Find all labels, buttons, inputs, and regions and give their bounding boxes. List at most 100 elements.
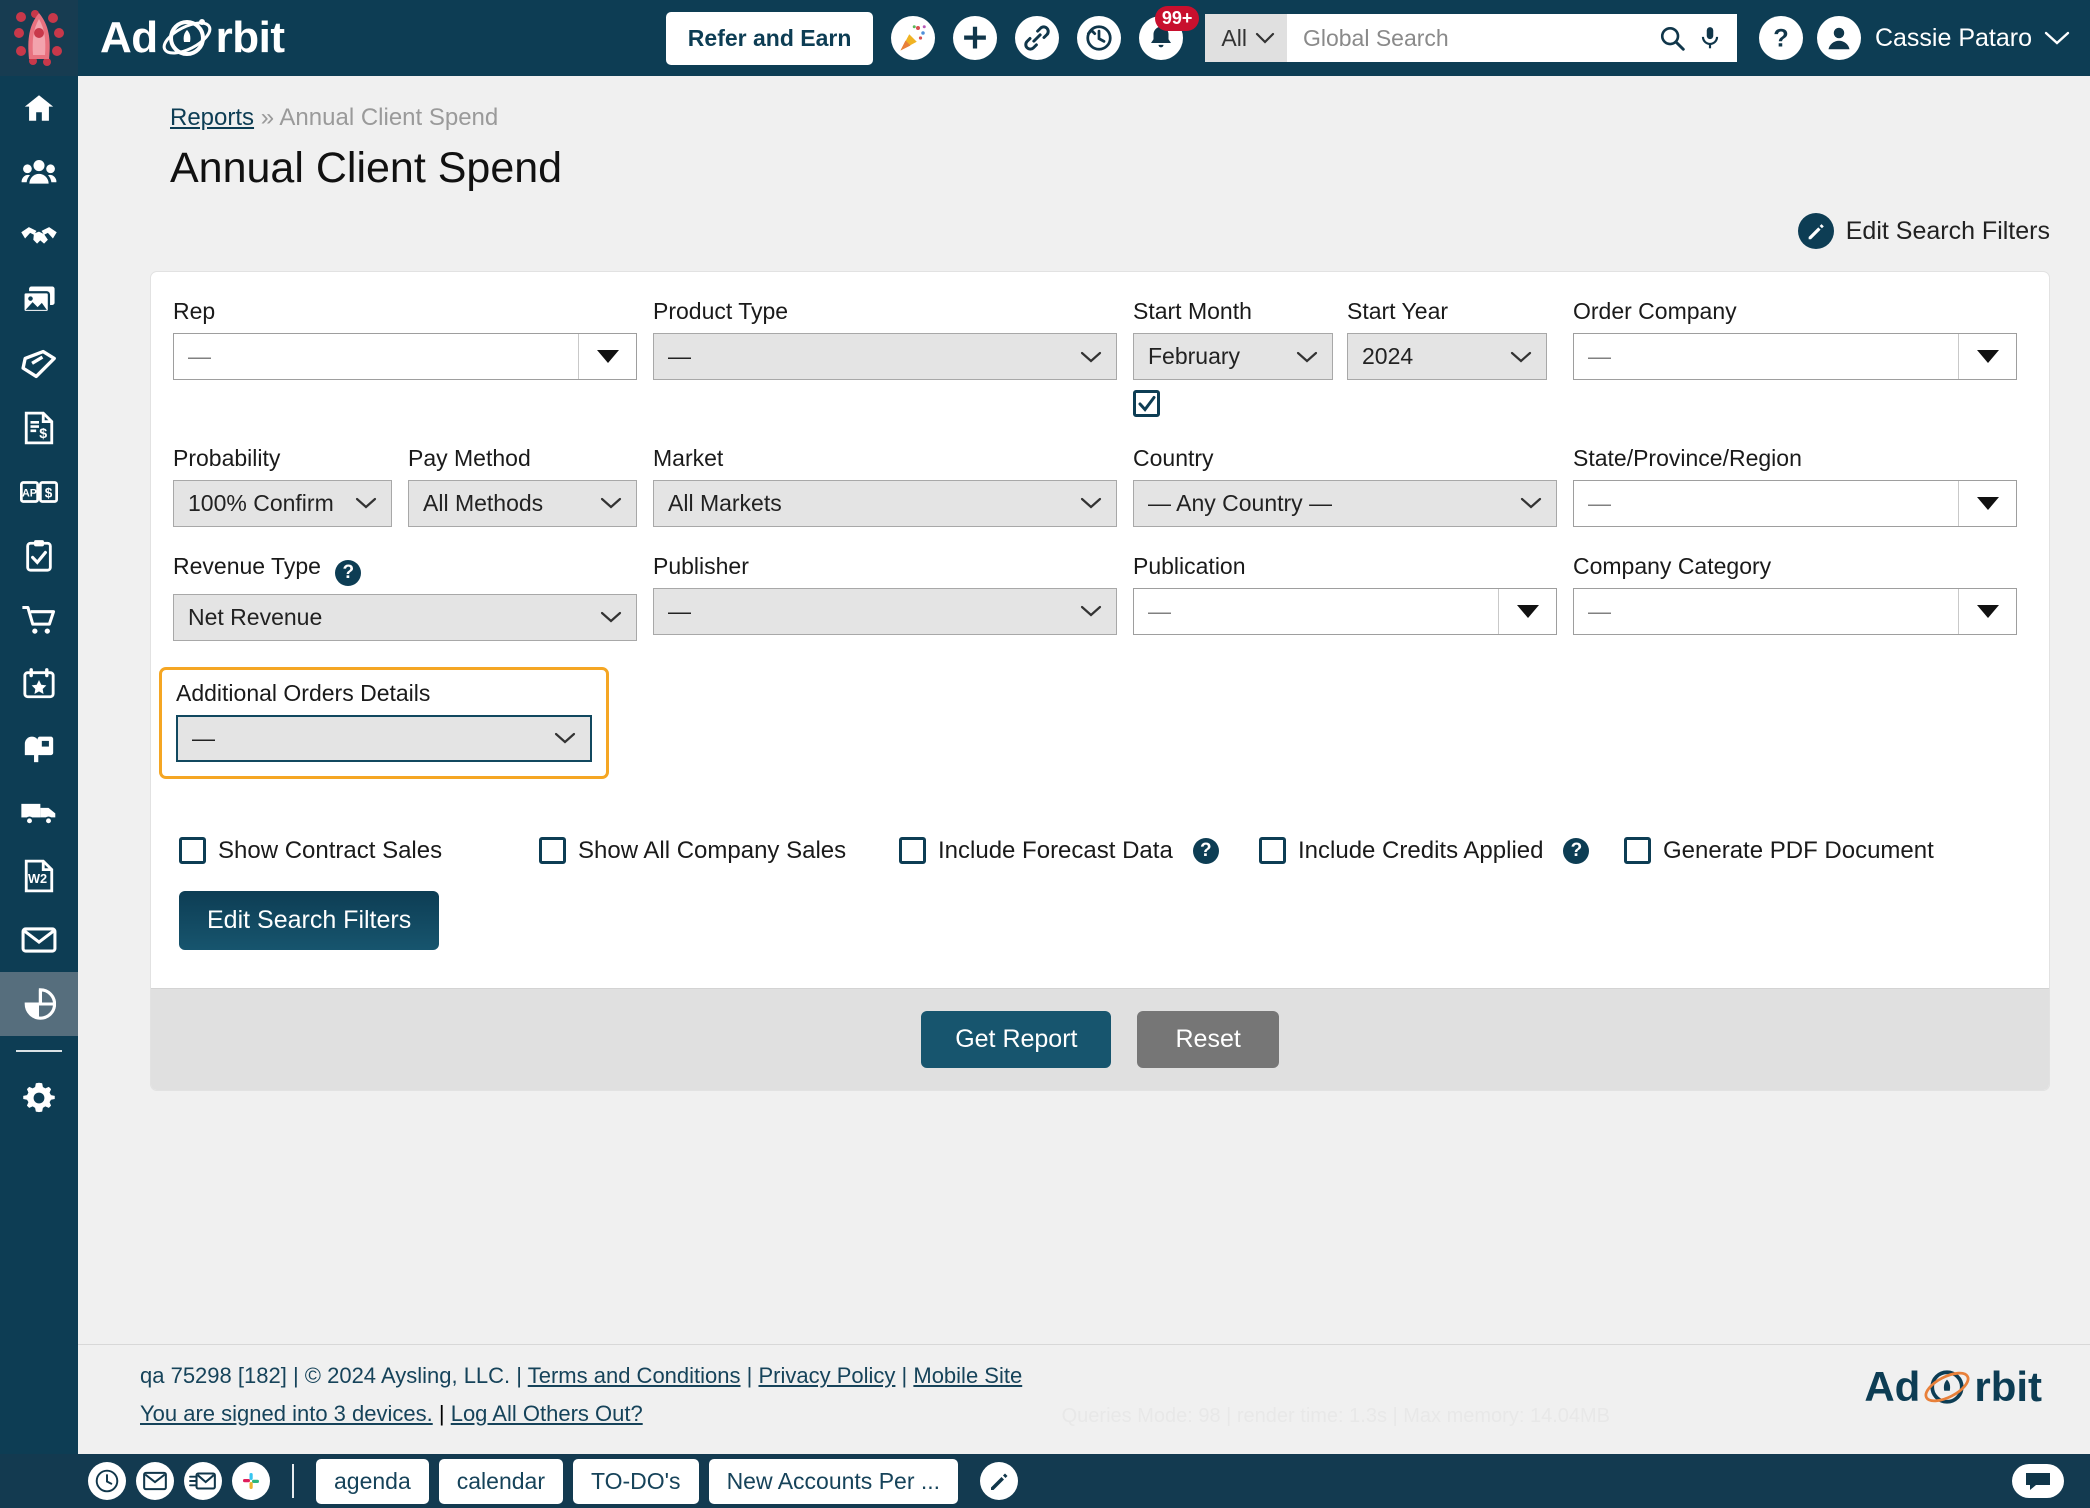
rep-multiselect[interactable]: — [173, 333, 637, 380]
add-icon[interactable] [953, 16, 998, 60]
footer-sep: | [746, 1363, 753, 1388]
global-search-field [1286, 14, 1737, 62]
slack-icon[interactable] [232, 1462, 270, 1500]
company-category-dropdown-toggle[interactable] [1958, 588, 2016, 634]
sidebar-item-orders[interactable] [0, 588, 78, 652]
publication-multiselect[interactable]: — [1133, 587, 1557, 635]
pay-method-select[interactable]: All Methods [408, 479, 637, 527]
mobile-site-link[interactable]: Mobile Site [913, 1363, 1022, 1388]
checkbox-show-all-company-sales[interactable]: Show All Company Sales [539, 837, 899, 865]
avatar[interactable] [1816, 16, 1861, 60]
include-credits-applied-help-icon[interactable]: ? [1563, 837, 1590, 864]
brand-logo[interactable]: Ad rbit [100, 12, 285, 64]
chevron-down-icon [2044, 31, 2070, 45]
checkbox-include-forecast-data[interactable]: Include Forecast Data ? [899, 837, 1259, 865]
triangle-down-icon [1976, 350, 1999, 363]
edit-search-filters-top-link[interactable]: Edit Search Filters [78, 213, 2050, 249]
history-icon[interactable] [1077, 16, 1122, 60]
notifications-icon[interactable]: 99+ [1139, 6, 1200, 60]
market-select[interactable]: All Markets [653, 479, 1117, 527]
sidebar-item-contacts[interactable] [0, 140, 78, 204]
user-menu[interactable]: Cassie Pataro [1875, 24, 2070, 53]
start-month-checkbox[interactable] [1133, 390, 1160, 417]
breadcrumb-reports-link[interactable]: Reports [170, 104, 254, 131]
state-province-region-multiselect[interactable]: — [1573, 479, 2017, 527]
pencil-icon[interactable] [980, 1462, 1019, 1500]
checkbox-box[interactable] [899, 837, 926, 864]
sidebar-item-deals[interactable] [0, 204, 78, 268]
taskbar-chip-todos[interactable]: TO-DO's [572, 1458, 699, 1504]
help-icon[interactable]: ? [1758, 16, 1803, 60]
taskbar-chip-calendar[interactable]: calendar [438, 1458, 563, 1504]
checkbox-label: Include Forecast Data [938, 836, 1173, 864]
revenue-type-help-icon[interactable]: ? [335, 559, 362, 586]
search-icon[interactable] [1657, 23, 1687, 53]
sidebar-item-mailbox[interactable] [0, 716, 78, 780]
company-category-value: — [1588, 597, 1611, 624]
include-forecast-data-help-icon[interactable]: ? [1192, 837, 1219, 864]
reset-button[interactable]: Reset [1137, 1010, 1279, 1068]
microphone-icon[interactable] [1697, 23, 1723, 53]
checkbox-show-contract-sales[interactable]: Show Contract Sales [179, 837, 539, 865]
inbox-icon[interactable] [184, 1462, 222, 1500]
sidebar-item-email[interactable] [0, 908, 78, 972]
rep-dropdown-toggle[interactable] [578, 334, 636, 379]
sidebar-item-events[interactable] [0, 652, 78, 716]
signed-in-devices-link[interactable]: You are signed into 3 devices. [140, 1401, 433, 1426]
sidebar-item-distribution[interactable] [0, 780, 78, 844]
sidebar-item-tickets[interactable] [0, 332, 78, 396]
country-select[interactable]: — Any Country — [1133, 479, 1557, 527]
refer-and-earn-button[interactable]: Refer and Earn [665, 11, 874, 65]
sidebar-item-w2-documents[interactable]: W2 [0, 844, 78, 908]
notification-badge: 99+ [1154, 6, 1200, 31]
footer-sep: | [901, 1363, 908, 1388]
probability-select[interactable]: 100% Confirm [173, 479, 392, 527]
rocket-logo-tile[interactable] [0, 0, 78, 76]
taskbar-chip-new-accounts[interactable]: New Accounts Per ... [708, 1458, 959, 1504]
sidebar-item-reports[interactable] [0, 972, 78, 1036]
order-company-label: Order Company [1573, 298, 1737, 324]
market-label: Market [653, 444, 724, 471]
sidebar-item-tasks[interactable] [0, 524, 78, 588]
company-category-label: Company Category [1573, 552, 1772, 579]
rocket-icon [14, 10, 64, 66]
order-company-multiselect[interactable]: — [1573, 333, 2017, 380]
sidebar-divider [16, 1050, 62, 1052]
checkbox-box[interactable] [1259, 837, 1286, 864]
checkbox-box[interactable] [539, 837, 566, 864]
chat-icon[interactable] [2012, 1464, 2064, 1498]
product-type-select[interactable]: — [653, 333, 1117, 380]
link-icon[interactable] [1015, 16, 1060, 60]
edit-search-filters-button[interactable]: Edit Search Filters [179, 890, 440, 950]
checkbox-generate-pdf-document[interactable]: Generate PDF Document [1624, 837, 1934, 865]
publisher-select[interactable]: — [653, 587, 1117, 635]
terms-and-conditions-link[interactable]: Terms and Conditions [528, 1363, 741, 1388]
log-all-others-out-link[interactable]: Log All Others Out? [451, 1401, 643, 1426]
sidebar-item-media[interactable] [0, 268, 78, 332]
sidebar-item-accounts-payable[interactable]: AP $ [0, 460, 78, 524]
search-scope-dropdown[interactable]: All [1205, 14, 1287, 62]
sidebar-item-invoices[interactable]: $ [0, 396, 78, 460]
checkbox-box[interactable] [1624, 837, 1651, 864]
company-category-multiselect[interactable]: — [1573, 587, 2017, 635]
start-month-select[interactable]: February [1133, 333, 1333, 380]
sidebar-item-home[interactable] [0, 76, 78, 140]
start-year-label: Start Year [1347, 298, 1449, 324]
checkbox-box[interactable] [179, 837, 206, 864]
pay-method-value: All Methods [423, 489, 544, 516]
publication-dropdown-toggle[interactable] [1498, 588, 1556, 634]
revenue-type-select[interactable]: Net Revenue [173, 593, 637, 641]
additional-orders-details-select[interactable]: — [176, 714, 592, 762]
privacy-policy-link[interactable]: Privacy Policy [758, 1363, 895, 1388]
clock-icon[interactable] [88, 1462, 126, 1500]
celebration-icon[interactable] [891, 16, 936, 60]
checkbox-include-credits-applied[interactable]: Include Credits Applied ? [1259, 837, 1624, 865]
sidebar-item-settings[interactable] [0, 1066, 78, 1130]
envelope-icon[interactable] [136, 1462, 174, 1500]
start-year-select[interactable]: 2024 [1347, 333, 1547, 380]
search-input[interactable] [1300, 23, 1657, 53]
taskbar-chip-agenda[interactable]: agenda [316, 1458, 429, 1504]
state-province-region-dropdown-toggle[interactable] [1958, 480, 2016, 526]
order-company-dropdown-toggle[interactable] [1958, 334, 2016, 379]
get-report-button[interactable]: Get Report [921, 1010, 1112, 1068]
